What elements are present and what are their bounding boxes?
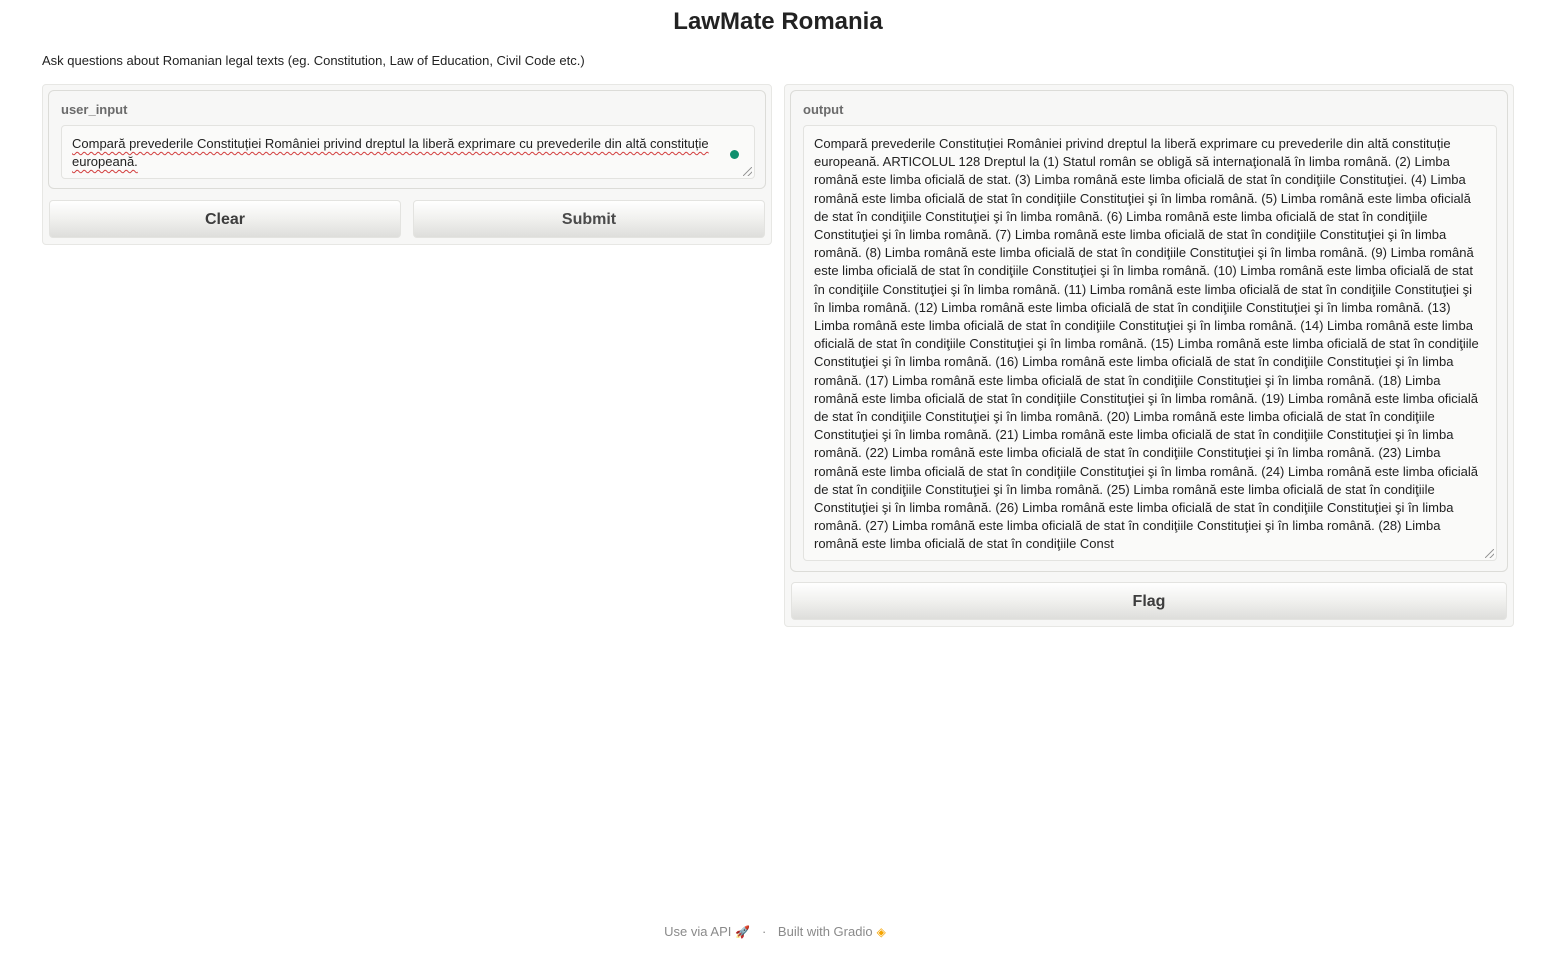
user-input-label: user_input bbox=[61, 102, 128, 117]
output-panel: output Compară prevederile Constituției … bbox=[784, 84, 1514, 627]
built-with-gradio-link[interactable]: Built with Gradio ◈ bbox=[778, 924, 886, 939]
flag-button[interactable]: Flag bbox=[791, 582, 1507, 620]
page-description: Ask questions about Romanian legal texts… bbox=[42, 53, 585, 68]
user-input-textbox[interactable]: Compară prevederile Constituției Românie… bbox=[61, 125, 755, 179]
output-block: output Compară prevederile Constituției … bbox=[790, 90, 1508, 572]
submit-button[interactable]: Submit bbox=[413, 200, 765, 238]
input-panel: user_input Compară prevederile Constituț… bbox=[42, 84, 772, 245]
user-input-value[interactable]: Compară prevederile Constituției Românie… bbox=[72, 136, 709, 169]
app-root: LawMate Romania Ask questions about Roma… bbox=[0, 0, 1542, 955]
footer: Use via API 🚀 · Built with Gradio ◈ bbox=[0, 924, 1542, 939]
footer-separator: · bbox=[761, 924, 767, 939]
rocket-icon: 🚀 bbox=[735, 925, 751, 939]
output-textbox[interactable]: Compară prevederile Constituției Românie… bbox=[803, 125, 1497, 561]
page-title: LawMate Romania bbox=[673, 8, 883, 35]
output-label: output bbox=[803, 102, 844, 117]
status-dot-icon bbox=[730, 150, 739, 159]
output-value: Compară prevederile Constituției Românie… bbox=[814, 136, 1479, 552]
use-via-api-link[interactable]: Use via API 🚀 bbox=[664, 924, 750, 939]
api-link-label[interactable]: Use via API bbox=[664, 924, 731, 939]
gradio-link-label[interactable]: Built with Gradio bbox=[778, 924, 873, 939]
resize-handle-icon[interactable] bbox=[743, 167, 752, 176]
user-input-block: user_input Compară prevederile Constituț… bbox=[48, 90, 766, 189]
resize-handle-icon[interactable] bbox=[1485, 549, 1494, 558]
clear-button[interactable]: Clear bbox=[49, 200, 401, 238]
gradio-logo-icon: ◈ bbox=[876, 925, 886, 939]
